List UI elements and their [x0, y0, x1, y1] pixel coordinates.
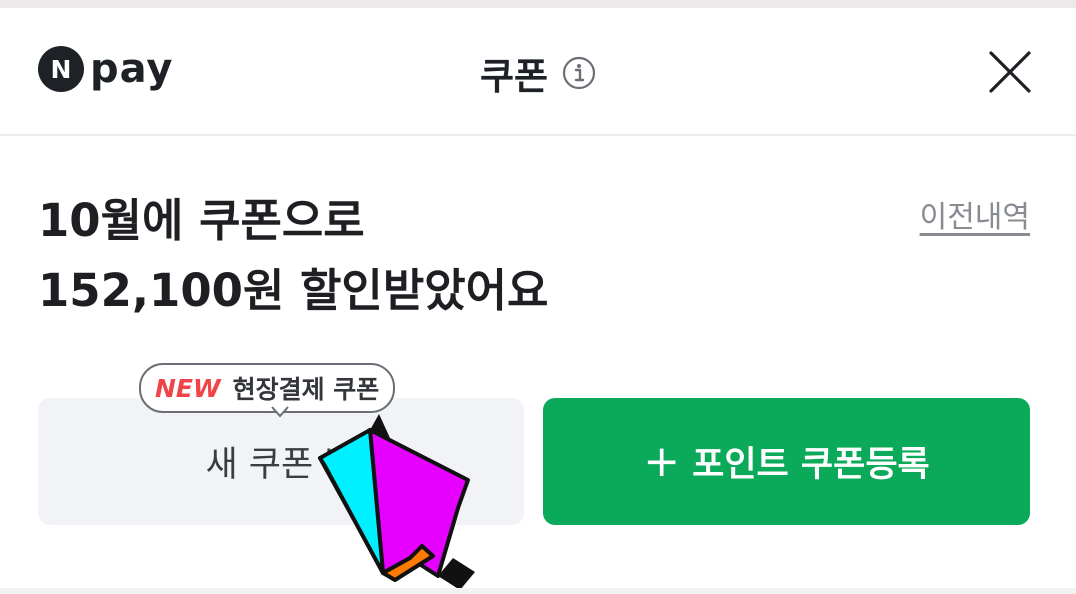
- summary-line-1: 10월에 쿠폰으로: [38, 194, 365, 247]
- header-bar: N pay 쿠폰: [0, 8, 1076, 136]
- history-link[interactable]: 이전내역: [920, 192, 1030, 236]
- close-icon[interactable]: [986, 48, 1034, 96]
- top-divider: [0, 0, 1076, 8]
- info-icon[interactable]: [562, 56, 596, 90]
- bottom-divider: [0, 588, 1076, 594]
- register-coupon-label: 포인트 쿠폰등록: [692, 445, 930, 485]
- tooltip-tail: [271, 406, 289, 418]
- plus-icon: +: [643, 436, 681, 487]
- discount-summary: 10월에 쿠폰으로 152,100원 할인받았어요: [38, 186, 548, 326]
- summary-line-2: 152,100원 할인받았어요: [38, 264, 549, 317]
- pointer-arrow-icon: [318, 414, 475, 590]
- new-badge: NEW: [155, 373, 221, 403]
- page-title-group: 쿠폰: [0, 46, 1076, 100]
- page-title: 쿠폰: [479, 55, 549, 98]
- register-point-coupon-button[interactable]: + 포인트 쿠폰등록: [543, 398, 1030, 525]
